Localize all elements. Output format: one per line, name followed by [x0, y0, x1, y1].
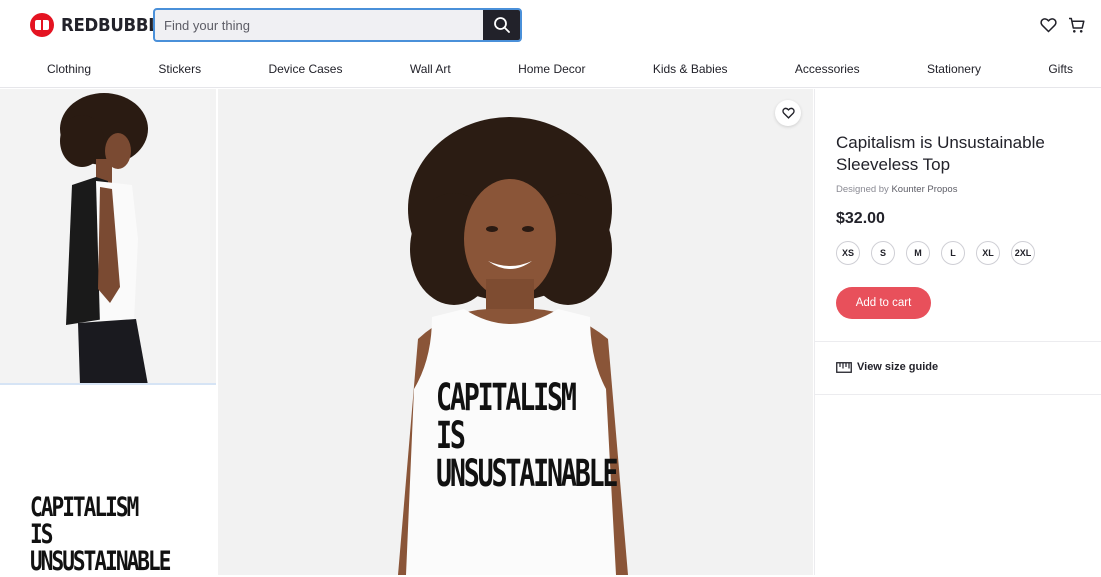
nav-item-kids-babies[interactable]: Kids & Babies — [653, 62, 728, 76]
divider — [815, 394, 1101, 395]
heart-icon — [781, 107, 795, 119]
divider — [815, 341, 1101, 342]
designer-link[interactable]: Kounter Propos — [891, 184, 957, 195]
size-option-s[interactable]: S — [871, 241, 895, 265]
size-option-2xl[interactable]: 2XL — [1011, 241, 1035, 265]
category-nav: Clothing Stickers Device Cases Wall Art … — [0, 50, 1101, 88]
add-to-favorites-button[interactable] — [775, 100, 801, 126]
cart-button[interactable] — [1067, 16, 1085, 34]
size-option-xl[interactable]: XL — [976, 241, 1000, 265]
designer-line: Designed by Kounter Propos — [836, 184, 957, 195]
site-header: REDBUBBLE — [0, 0, 1101, 50]
cart-icon — [1068, 17, 1085, 33]
shirt-print-text: CAPITALISM IS UNSUSTAINABLE — [436, 376, 619, 495]
add-to-cart-button[interactable]: Add to cart — [836, 287, 931, 319]
model-front-image — [218, 89, 813, 575]
size-selector: XS S M L XL 2XL — [836, 241, 1035, 265]
model-side-image — [0, 89, 216, 383]
design-print-text: CAPITALISM IS UNSUSTAINABLE — [30, 492, 171, 577]
size-option-l[interactable]: L — [941, 241, 965, 265]
search-icon — [493, 17, 510, 33]
nav-item-accessories[interactable]: Accessories — [795, 62, 860, 76]
nav-item-device-cases[interactable]: Device Cases — [268, 62, 342, 76]
redbubble-logo-icon — [30, 13, 54, 37]
designer-prefix: Designed by — [836, 184, 889, 195]
size-option-xs[interactable]: XS — [836, 241, 860, 265]
product-title: Capitalism is Unsustainable Sleeveless T… — [836, 133, 1045, 174]
search-bar — [153, 8, 522, 42]
search-button[interactable] — [483, 10, 520, 40]
nav-item-stationery[interactable]: Stationery — [927, 62, 981, 76]
search-input[interactable] — [155, 10, 483, 40]
product-price: $32.00 — [836, 210, 885, 227]
favorites-button[interactable] — [1039, 16, 1057, 34]
size-guide-link[interactable]: View size guide — [836, 361, 938, 373]
heart-icon — [1039, 18, 1057, 33]
thumbnail-print-design[interactable]: CAPITALISM IS UNSUSTAINABLE — [0, 389, 216, 575]
size-guide-label: View size guide — [857, 361, 939, 373]
nav-item-home-decor[interactable]: Home Decor — [518, 62, 585, 76]
main-product-image[interactable]: CAPITALISM IS UNSUSTAINABLE — [218, 89, 813, 575]
size-option-m[interactable]: M — [906, 241, 930, 265]
thumbnail-model-side[interactable] — [0, 89, 216, 385]
ruler-icon — [836, 361, 852, 373]
thumbnail-gallery: CAPITALISM IS UNSUSTAINABLE — [0, 89, 216, 575]
nav-item-gifts[interactable]: Gifts — [1048, 62, 1073, 76]
product-info-panel: Capitalism is Unsustainable Sleeveless T… — [814, 89, 1101, 575]
nav-item-wall-art[interactable]: Wall Art — [410, 62, 451, 76]
nav-item-clothing[interactable]: Clothing — [47, 62, 91, 76]
nav-item-stickers[interactable]: Stickers — [158, 62, 201, 76]
